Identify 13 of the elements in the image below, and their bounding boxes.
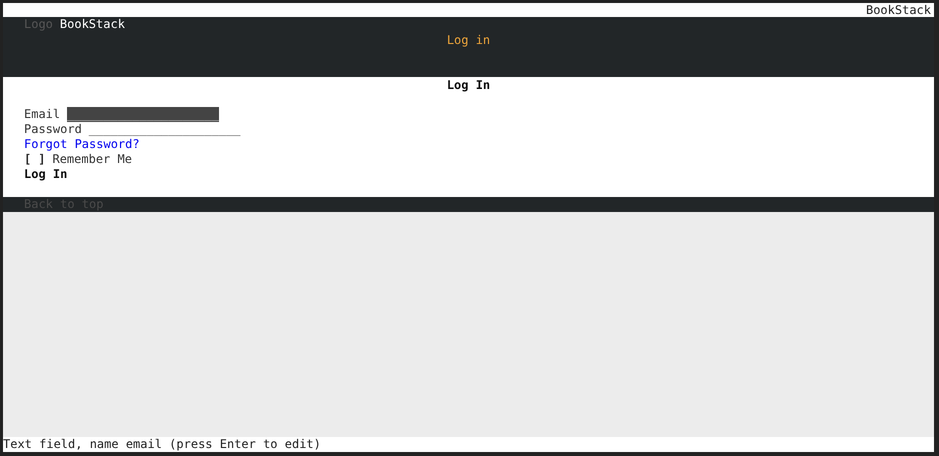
login-link[interactable]: Log in: [446, 33, 490, 48]
field-label: Password: [24, 122, 82, 137]
login-button[interactable]: Log In: [24, 167, 68, 182]
input-field[interactable]: _____________________: [88, 122, 241, 137]
remember-checkbox[interactable]: [ ]: [24, 152, 46, 167]
window-title: BookStack: [866, 3, 931, 17]
remember-label: Remember Me: [52, 152, 132, 167]
login-heading: Log In: [446, 78, 490, 93]
forgot-password-link[interactable]: Forgot Password?: [24, 137, 140, 152]
site-name[interactable]: BookStack: [60, 17, 125, 32]
status-text: Text field, name email (press Enter to edit): [3, 437, 321, 452]
input-field[interactable]: _____________________: [67, 107, 219, 122]
field-label: Email: [24, 107, 60, 122]
